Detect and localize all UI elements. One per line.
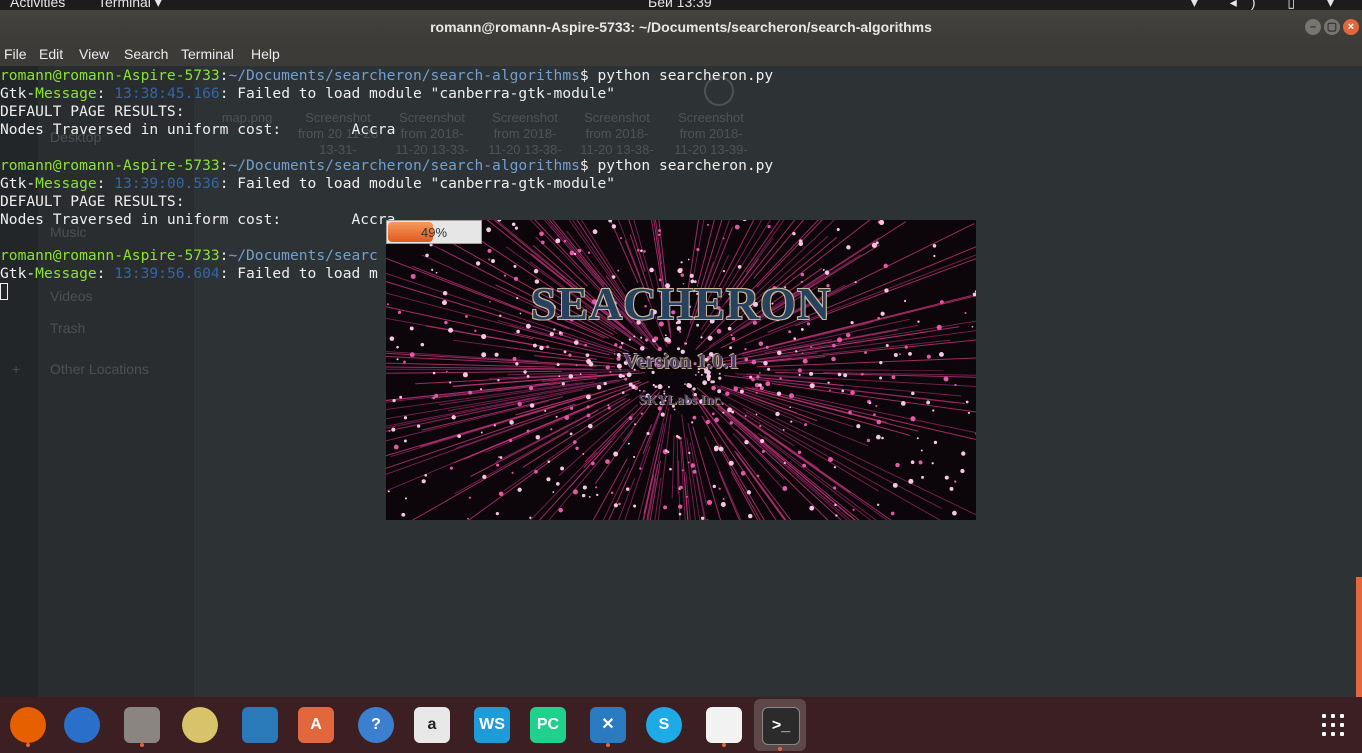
terminal-line: Nodes Traversed in uniform cost: Accra	[0, 121, 396, 138]
ghost-file: Screenshot from 2018- 11-20 13-38-	[580, 110, 654, 157]
terminal-line: romann@romann-Aspire-5733:~/Documents/se…	[0, 247, 378, 264]
grid-dot	[1331, 732, 1335, 736]
thunderbird-icon	[64, 707, 100, 743]
ghost-sidebar-videos: Videos	[50, 288, 93, 304]
menu-bar: File Edit View Search Terminal Help	[0, 44, 1362, 66]
clock[interactable]: Беи 13:39	[648, 0, 712, 10]
ghost-sidebar-other-locations: Other Locations	[50, 361, 149, 377]
amazon-icon: a	[414, 707, 450, 743]
grid-dot	[1322, 714, 1326, 718]
terminal-line: romann@romann-Aspire-5733:~/Documents/se…	[0, 157, 774, 174]
firefox-icon	[10, 707, 46, 743]
software-center-icon: A	[298, 707, 334, 743]
grid-dot	[1322, 732, 1326, 736]
grid-dot	[1322, 723, 1326, 727]
menu-edit[interactable]: Edit	[39, 46, 63, 62]
terminal-cursor	[0, 283, 8, 300]
splash-window: 49% SEACHERON Version 1.0.1 SKYLabs Inc.	[386, 220, 976, 520]
maximize-button[interactable]: ▢	[1324, 19, 1340, 35]
skype-icon: S	[646, 707, 682, 743]
libreoffice-writer-icon	[242, 707, 278, 743]
webstorm-icon: WS	[474, 707, 510, 743]
dock-item[interactable]: >_	[754, 699, 806, 751]
dock-item[interactable]	[120, 703, 164, 747]
dock-item[interactable]	[702, 703, 746, 747]
terminal-scrollbar[interactable]	[1356, 577, 1362, 697]
dock-item[interactable]	[238, 703, 282, 747]
system-tray[interactable]: ▾ ◂) ▯ ▾	[1191, 0, 1348, 10]
menu-help[interactable]: Help	[251, 46, 280, 62]
dock-item[interactable]	[6, 703, 50, 747]
terminal-icon: >_	[762, 707, 800, 745]
progress-label: 49%	[420, 225, 448, 240]
pdf-reader-icon	[706, 707, 742, 743]
menu-terminal[interactable]: Terminal	[181, 46, 234, 62]
grid-dot	[1340, 732, 1344, 736]
ghost-file: Screenshot from 2018- 11-20 13-38-	[488, 110, 562, 157]
window-title-bar[interactable]: romann@romann-Aspire-5733: ~/Documents/s…	[0, 10, 1362, 44]
close-button[interactable]: ×	[1343, 19, 1359, 35]
files-icon	[124, 707, 160, 743]
menu-view[interactable]: View	[79, 46, 109, 62]
running-indicator	[778, 747, 782, 751]
terminal-line: Gtk-Message: 13:38:45.166: Failed to loa…	[0, 85, 616, 102]
help-icon: ?	[358, 707, 394, 743]
terminal-line: romann@romann-Aspire-5733:~/Documents/se…	[0, 67, 774, 84]
splash-company: SKYLabs Inc.	[638, 393, 724, 408]
grid-dot	[1331, 723, 1335, 727]
dock-item[interactable]: A	[294, 703, 338, 747]
dock-item[interactable]: a	[410, 703, 454, 747]
dock-item[interactable]: PC	[526, 703, 570, 747]
activities-button[interactable]: Activities	[10, 0, 65, 10]
dock-item[interactable]: ?	[354, 703, 398, 747]
app-menu[interactable]: Terminal ▾	[98, 0, 162, 10]
plus-icon: +	[12, 361, 21, 377]
dock-item[interactable]: S	[642, 703, 686, 747]
rhythmbox-icon	[182, 707, 218, 743]
splash-version: Version 1.0.1	[623, 349, 739, 373]
ghost-sidebar-trash: Trash	[50, 320, 86, 336]
running-indicator	[606, 743, 610, 747]
top-bar: Activities Terminal ▾ Беи 13:39 ▾ ◂) ▯ ▾	[0, 0, 1362, 10]
menu-file[interactable]: File	[4, 46, 27, 62]
terminal-line: Nodes Traversed in uniform cost: Accra	[0, 211, 396, 228]
dock-item[interactable]	[60, 703, 104, 747]
splash-title: SEACHERON	[530, 278, 832, 329]
terminal-line: Gtk-Message: 13:39:00.536: Failed to loa…	[0, 175, 616, 192]
dock: A? a WS PC ✕ S >_	[0, 697, 1362, 753]
running-indicator	[26, 743, 30, 747]
show-applications-button[interactable]	[1314, 710, 1354, 742]
dock-item[interactable]: WS	[470, 703, 514, 747]
terminal-line: DEFAULT PAGE RESULTS:	[0, 193, 185, 210]
grid-dot	[1340, 723, 1344, 727]
vscode-icon: ✕	[590, 707, 626, 743]
dock-item[interactable]: ✕	[586, 703, 630, 747]
minimize-button[interactable]: –	[1305, 19, 1321, 35]
pycharm-icon: PC	[530, 707, 566, 743]
progress-bar: 49%	[386, 220, 482, 244]
running-indicator	[140, 743, 144, 747]
ghost-file: Screenshot from 2018- 11-20 13-33-	[395, 110, 469, 157]
grid-dot	[1340, 714, 1344, 718]
grid-dot	[1331, 714, 1335, 718]
menu-search[interactable]: Search	[124, 46, 168, 62]
ghost-file: Screenshot from 2018- 11-20 13-39-	[674, 110, 748, 157]
window-title: romann@romann-Aspire-5733: ~/Documents/s…	[430, 19, 932, 35]
terminal-line: DEFAULT PAGE RESULTS:	[0, 103, 185, 120]
terminal-line: Gtk-Message: 13:39:56.604: Failed to loa…	[0, 265, 378, 282]
dock-item[interactable]	[178, 703, 222, 747]
running-indicator	[722, 743, 726, 747]
